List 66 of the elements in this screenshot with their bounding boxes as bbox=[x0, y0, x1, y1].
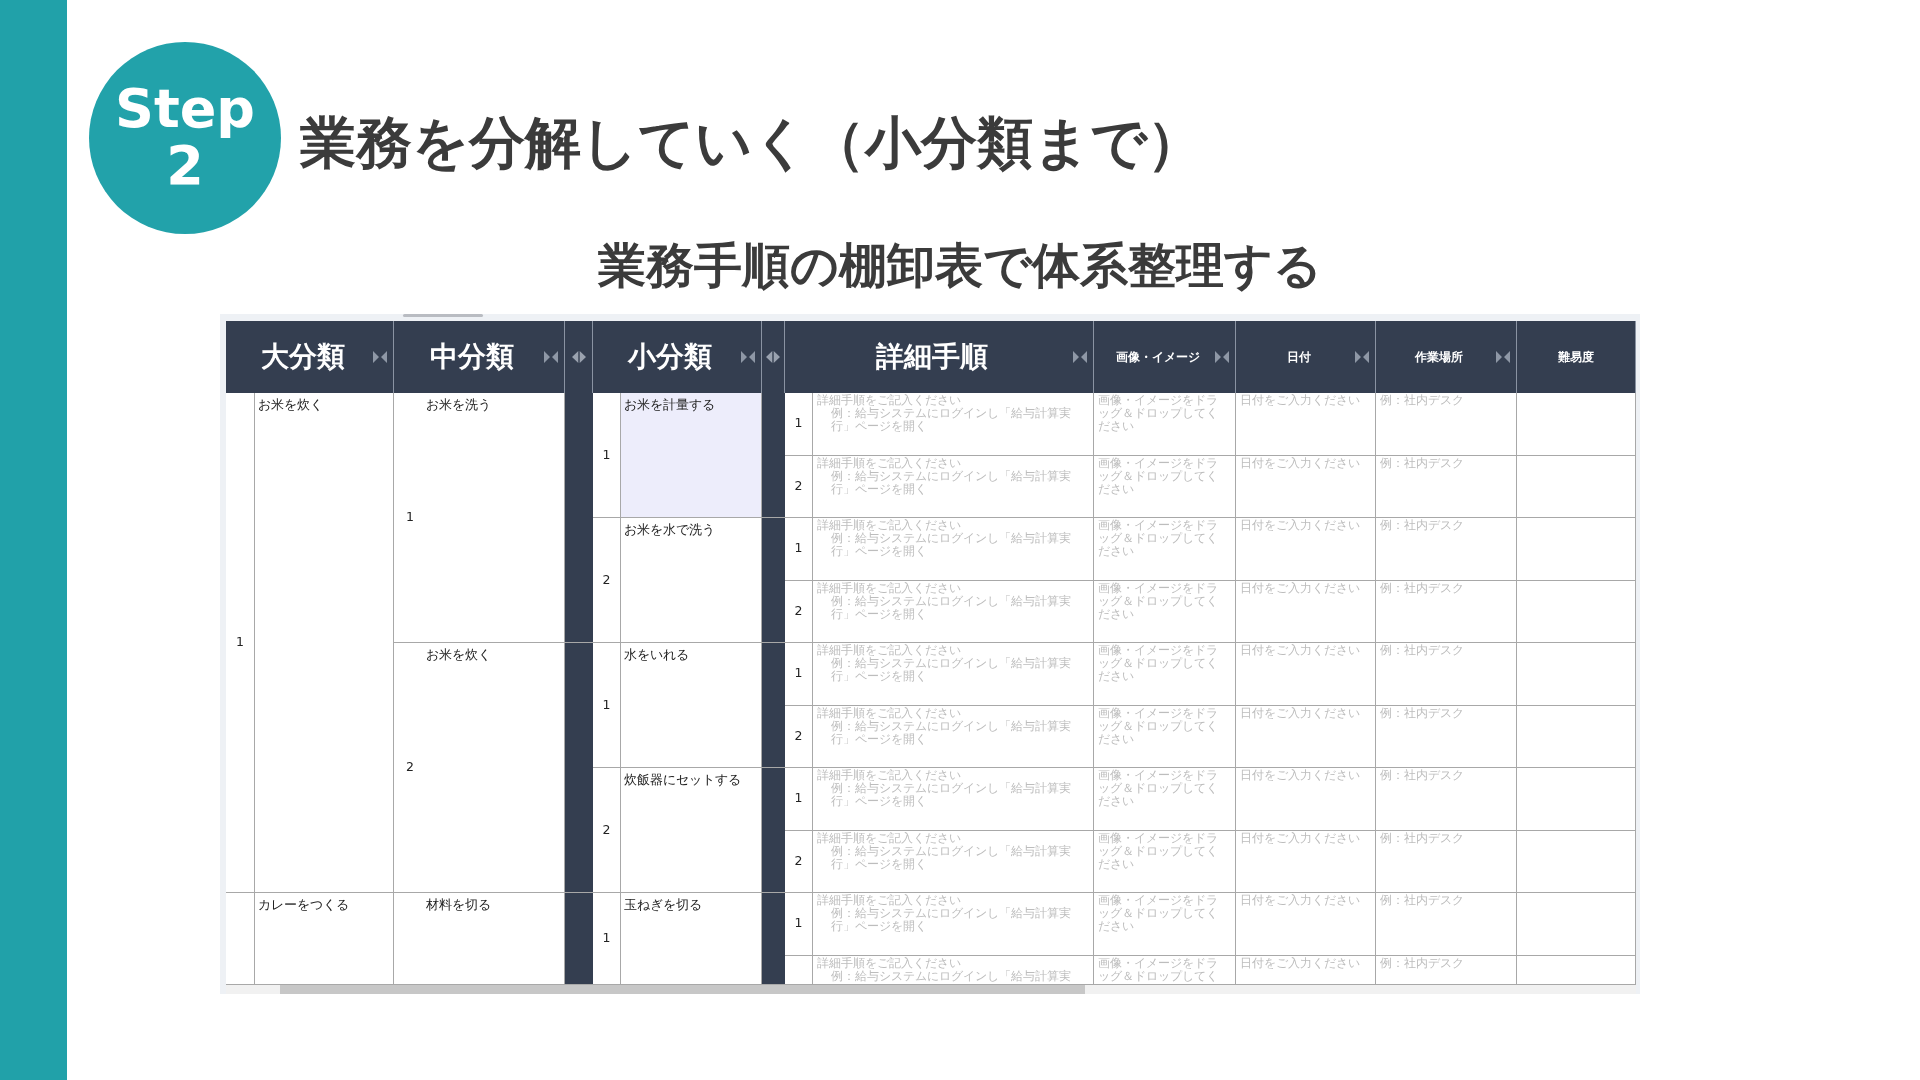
collapse-icon[interactable] bbox=[1215, 350, 1229, 364]
date-hint: 日付をご入力ください bbox=[1239, 768, 1361, 782]
scrollbar-track[interactable] bbox=[226, 985, 1636, 994]
row-number: 1 bbox=[236, 633, 244, 652]
detail-hint: 詳細手順をご記入ください bbox=[816, 893, 962, 907]
detail-hint: 詳細手順をご記入ください bbox=[816, 393, 962, 407]
expand-icon[interactable] bbox=[766, 350, 780, 364]
row-number: 2 bbox=[794, 726, 803, 745]
date-hint: 日付をご入力ください bbox=[1239, 705, 1361, 720]
subcategory-name: お米を炊く bbox=[426, 646, 492, 664]
row-number: 1 bbox=[794, 664, 803, 683]
date-hint: 日付をご入力ください bbox=[1239, 455, 1361, 470]
row-number: 1 bbox=[602, 929, 611, 948]
detail-hint: 詳細手順をご記入ください bbox=[816, 955, 962, 970]
scrollbar-thumb[interactable] bbox=[403, 314, 483, 317]
expand-icon[interactable] bbox=[571, 350, 586, 364]
step-badge: Step 2 bbox=[89, 42, 281, 234]
row-number: 1 bbox=[405, 508, 415, 527]
category-name: カレーをつくる bbox=[257, 896, 350, 914]
item-cell[interactable]: お米を計量する bbox=[621, 393, 762, 518]
subcategory-name: お米を洗う bbox=[426, 396, 492, 414]
row-number: 1 bbox=[794, 539, 803, 558]
scrollbar-thumb[interactable] bbox=[280, 985, 1085, 994]
row-number: 1 bbox=[794, 414, 803, 433]
detail-hint: 詳細手順をご記入ください bbox=[816, 580, 962, 595]
collapse-icon[interactable] bbox=[741, 350, 755, 364]
detail-hint: 詳細手順をご記入ください bbox=[816, 455, 962, 470]
date-hint: 日付をご入力ください bbox=[1239, 580, 1361, 595]
date-hint: 日付をご入力ください bbox=[1239, 955, 1361, 970]
column-header: 小分類 bbox=[626, 339, 713, 375]
column-header: 難易度 bbox=[1557, 349, 1595, 366]
detail-hint: 詳細手順をご記入ください bbox=[816, 768, 962, 782]
slide-subtitle: 業務手順の棚卸表で体系整理する bbox=[597, 236, 1323, 295]
row-number: 1 bbox=[794, 914, 803, 933]
column-header: 詳細手順 bbox=[875, 339, 989, 375]
column-header: 中分類 bbox=[429, 339, 515, 375]
row-number: 2 bbox=[602, 570, 611, 589]
detail-hint: 詳細手順をご記入ください bbox=[816, 830, 962, 845]
date-hint: 日付をご入力ください bbox=[1239, 643, 1361, 657]
detail-hint: 詳細手順をご記入ください bbox=[816, 705, 962, 720]
row-number: 2 bbox=[405, 758, 415, 777]
detail-hint: 詳細手順をご記入ください bbox=[816, 643, 962, 657]
collapse-icon[interactable] bbox=[373, 350, 387, 364]
row-number: 1 bbox=[794, 789, 803, 808]
date-hint: 日付をご入力ください bbox=[1239, 830, 1361, 845]
row-number: 2 bbox=[794, 476, 803, 495]
date-hint: 日付をご入力ください bbox=[1239, 518, 1361, 532]
row-number: 1 bbox=[602, 445, 611, 464]
collapse-icon[interactable] bbox=[1355, 350, 1369, 364]
subcategory-name: 材料を切る bbox=[426, 896, 492, 914]
collapse-icon[interactable] bbox=[544, 350, 558, 364]
collapse-icon[interactable] bbox=[1073, 350, 1087, 364]
row-number: 2 bbox=[794, 601, 803, 620]
category-name: お米を炊く bbox=[257, 396, 324, 414]
row-number: 2 bbox=[602, 820, 611, 839]
slide-title: 業務を分解していく（小分類まで） bbox=[300, 109, 1203, 177]
detail-hint: 詳細手順をご記入ください bbox=[816, 518, 962, 532]
column-header: 作業場所 bbox=[1414, 349, 1464, 366]
date-hint: 日付をご入力ください bbox=[1239, 393, 1361, 407]
row-number: 1 bbox=[602, 695, 611, 714]
column-header: 画像・イメージ bbox=[1114, 349, 1201, 366]
column-header: 日付 bbox=[1285, 349, 1312, 366]
column-header: 大分類 bbox=[259, 339, 346, 375]
date-hint: 日付をご入力ください bbox=[1239, 893, 1361, 907]
row-number: 2 bbox=[794, 851, 803, 870]
collapse-icon[interactable] bbox=[1496, 350, 1510, 364]
